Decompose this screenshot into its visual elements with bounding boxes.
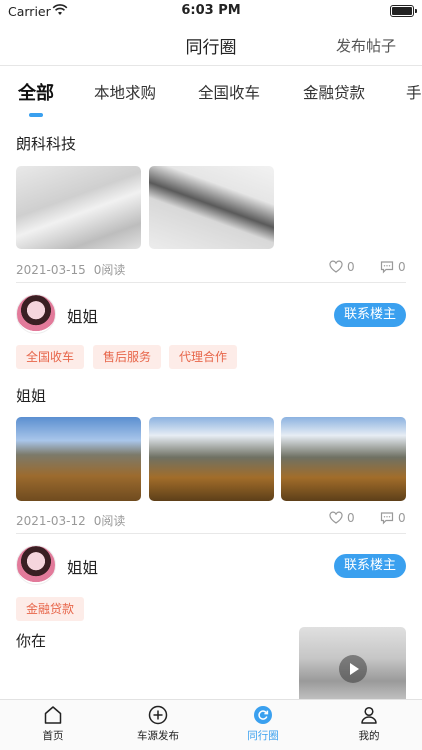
post-image[interactable]	[16, 166, 141, 249]
post-image[interactable]	[149, 417, 274, 501]
post-text[interactable]: 姐姐	[16, 385, 46, 406]
tabbar-mine[interactable]: 我的	[334, 704, 404, 743]
user-icon	[361, 706, 377, 724]
contact-author-button[interactable]: 联系楼主	[334, 554, 406, 578]
heart-icon	[329, 260, 343, 273]
contact-author-button[interactable]: 联系楼主	[334, 303, 406, 327]
home-icon	[44, 706, 62, 724]
add-circle-icon	[148, 705, 168, 725]
like-button[interactable]: 0	[329, 511, 355, 525]
author-name[interactable]: 姐姐	[67, 305, 98, 327]
read-count: 0阅读	[93, 263, 126, 277]
post-meta: 2021-03-15 0阅读	[16, 261, 125, 278]
tabbar-circle-label: 同行圈	[247, 730, 279, 742]
post-meta: 2021-03-12 0阅读	[16, 512, 125, 529]
tab-national-car-buying[interactable]: 全国收车	[198, 81, 260, 103]
post-image[interactable]	[16, 417, 141, 501]
like-count: 0	[347, 260, 355, 274]
post-date: 2021-03-12	[16, 514, 86, 528]
post-date: 2021-03-15	[16, 263, 86, 277]
status-bar: Carrier 6:03 PM	[0, 0, 422, 24]
comment-count: 0	[398, 260, 406, 274]
feed[interactable]: 朗科科技 2021-03-15 0阅读 0 0 姐姐 联系楼主 全国收车 售后服务…	[0, 119, 422, 699]
divider	[16, 533, 406, 534]
post-image[interactable]	[149, 166, 274, 249]
avatar[interactable]	[16, 294, 56, 334]
post-tag[interactable]: 售后服务	[93, 345, 162, 369]
like-count: 0	[347, 511, 355, 525]
read-count: 0阅读	[93, 514, 126, 528]
play-icon[interactable]	[339, 655, 367, 683]
refresh-circle-icon	[254, 706, 272, 724]
post-tag[interactable]: 全国收车	[16, 345, 85, 369]
category-tabs: 全部 本地求购 全国收车 金融贷款 手	[0, 67, 422, 119]
battery-icon	[390, 5, 417, 17]
post-text[interactable]: 朗科科技	[16, 133, 76, 154]
comment-count: 0	[398, 511, 406, 525]
comment-button[interactable]: 0	[380, 260, 406, 274]
heart-icon	[329, 511, 343, 524]
tabbar-home[interactable]: 首页	[18, 704, 88, 743]
tab-more[interactable]: 手	[406, 81, 422, 103]
tab-finance-loans[interactable]: 金融贷款	[303, 81, 365, 103]
post-tag[interactable]: 代理合作	[169, 345, 238, 369]
nav-bar: 同行圈 发布帖子	[0, 24, 422, 66]
avatar[interactable]	[16, 545, 56, 585]
author-name[interactable]: 姐姐	[67, 556, 98, 578]
tabbar-publish-car-label: 车源发布	[137, 730, 179, 742]
post-tag[interactable]: 金融贷款	[16, 597, 85, 621]
tabbar-circle[interactable]: 同行圈	[228, 704, 298, 743]
comment-icon	[380, 261, 394, 274]
tabbar-home-label: 首页	[42, 730, 64, 742]
like-button[interactable]: 0	[329, 260, 355, 274]
post-text[interactable]: 你在	[16, 630, 46, 651]
post-video-thumbnail[interactable]	[299, 627, 406, 699]
tab-all[interactable]: 全部	[18, 79, 54, 105]
tabbar-mine-label: 我的	[358, 730, 380, 742]
post-image[interactable]	[281, 417, 406, 501]
publish-post-button[interactable]: 发布帖子	[336, 35, 396, 56]
bottom-tab-bar: 首页 车源发布 同行圈 我的	[0, 699, 422, 750]
clock: 6:03 PM	[181, 3, 241, 18]
tab-indicator	[29, 113, 43, 117]
comment-button[interactable]: 0	[380, 511, 406, 525]
tab-local-purchase[interactable]: 本地求购	[94, 81, 156, 103]
tabbar-publish-car[interactable]: 车源发布	[123, 704, 193, 743]
comment-icon	[380, 512, 394, 525]
divider	[16, 282, 406, 283]
